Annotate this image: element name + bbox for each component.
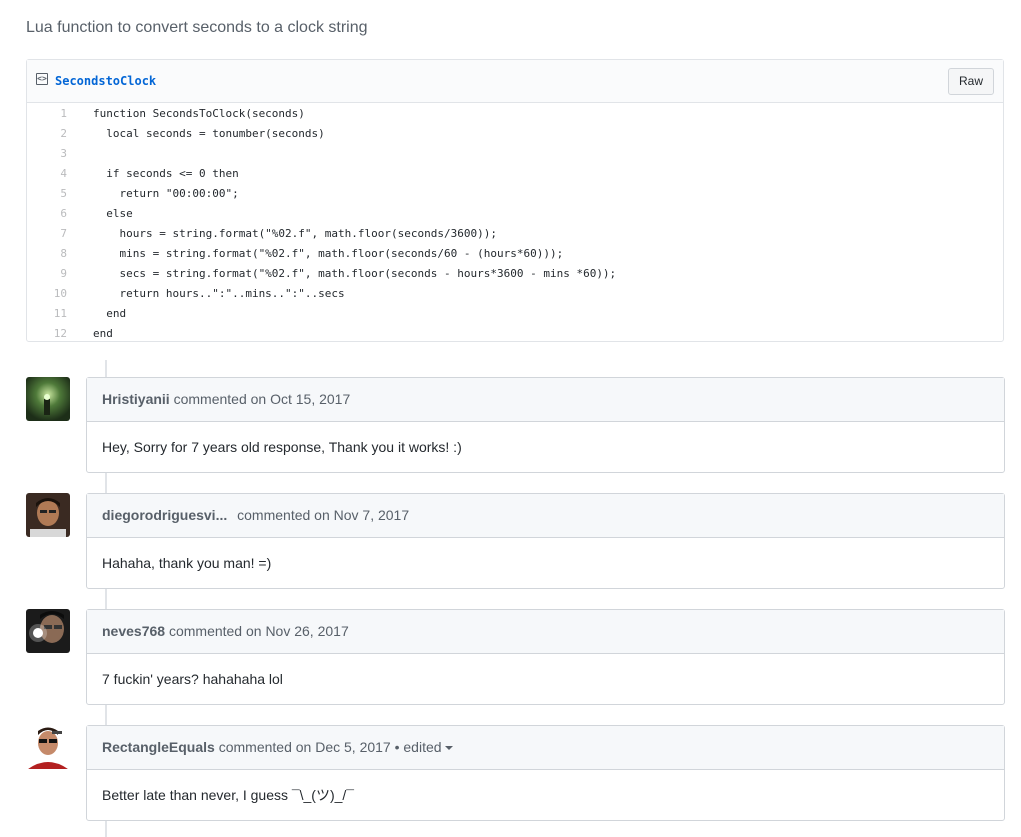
line-number[interactable]: 12 <box>27 324 67 344</box>
edited-label: • edited <box>390 739 442 755</box>
comment: RectangleEquals commented on Dec 5, 2017… <box>86 725 1005 821</box>
comment-timestamp[interactable]: commented on Nov 7, 2017 <box>227 507 409 523</box>
line-code: return hours..":"..mins..":"..secs <box>93 287 345 300</box>
code-line: 12 end <box>27 324 1003 344</box>
comment: Hristiyanii commented on Oct 15, 2017 He… <box>86 377 1005 473</box>
line-number[interactable]: 10 <box>27 284 67 304</box>
line-number[interactable]: 3 <box>27 144 67 164</box>
comment-timestamp[interactable]: commented on Dec 5, 2017 <box>215 739 391 755</box>
code-line: 10 return hours..":"..mins..":"..secs <box>27 284 1003 304</box>
code-line: 6 else <box>27 204 1003 224</box>
line-number[interactable]: 7 <box>27 224 67 244</box>
line-code: hours = string.format("%02.f", math.floo… <box>93 227 497 240</box>
line-number[interactable]: 4 <box>27 164 67 184</box>
line-number[interactable]: 5 <box>27 184 67 204</box>
code-line: 9 secs = string.format("%02.f", math.flo… <box>27 264 1003 284</box>
comment-body: Hahaha, thank you man! =) <box>102 555 272 571</box>
comment-author[interactable]: neves768 <box>102 623 165 639</box>
comment-header: diegorodriguesvi... commented on Nov 7, … <box>87 494 1004 538</box>
gist-file-box: <> SecondstoClock Raw 1 function SecondsT… <box>26 59 1004 342</box>
avatar[interactable] <box>26 609 70 653</box>
line-number[interactable]: 8 <box>27 244 67 264</box>
avatar-image-neves768 <box>26 609 70 653</box>
gist-description: Lua function to convert seconds to a clo… <box>26 19 368 36</box>
line-code: function SecondsToClock(seconds) <box>93 107 305 120</box>
avatar[interactable] <box>26 377 70 421</box>
edited-dropdown[interactable]: • edited <box>391 739 453 755</box>
code-line: 5 return "00:00:00"; <box>27 184 1003 204</box>
code-line: 4 if seconds <= 0 then <box>27 164 1003 184</box>
line-number[interactable]: 6 <box>27 204 67 224</box>
comment-body: Hey, Sorry for 7 years old response, Tha… <box>102 439 462 455</box>
comment-author[interactable]: Hristiyanii <box>102 391 170 407</box>
comment: neves768 commented on Nov 26, 2017 7 fuc… <box>86 609 1005 705</box>
line-code: end <box>93 327 113 340</box>
avatar[interactable] <box>26 493 70 537</box>
comment-header: neves768 commented on Nov 26, 2017 <box>87 610 1004 654</box>
line-number[interactable]: 1 <box>27 104 67 124</box>
comment-body: Better late than never, I guess ¯\_(ツ)_/… <box>102 787 355 803</box>
line-code: return "00:00:00"; <box>93 187 239 200</box>
comment-header: RectangleEquals commented on Dec 5, 2017… <box>87 726 1004 770</box>
code-line: 11 end <box>27 304 1003 324</box>
line-number[interactable]: 11 <box>27 304 67 324</box>
code-table: 1 function SecondsToClock(seconds) 2 loca… <box>27 104 1003 344</box>
file-header: <> SecondstoClock Raw <box>27 60 1003 103</box>
line-code: secs = string.format("%02.f", math.floor… <box>93 267 617 280</box>
line-number[interactable]: 2 <box>27 124 67 144</box>
comment-header: Hristiyanii commented on Oct 15, 2017 <box>87 378 1004 422</box>
code-line: 7 hours = string.format("%02.f", math.fl… <box>27 224 1003 244</box>
avatar-image-diegorodrigues <box>26 493 70 537</box>
comment-timestamp[interactable]: commented on Oct 15, 2017 <box>170 391 351 407</box>
code-line: 2 local seconds = tonumber(seconds) <box>27 124 1003 144</box>
code-line: 3 <box>27 144 1003 164</box>
line-code: if seconds <= 0 then <box>93 167 239 180</box>
line-number[interactable]: 9 <box>27 264 67 284</box>
file-name-link[interactable]: SecondstoClock <box>55 73 156 89</box>
comment-timestamp[interactable]: commented on Nov 26, 2017 <box>165 623 349 639</box>
line-code: else <box>93 207 133 220</box>
comment-author[interactable]: RectangleEquals <box>102 739 215 755</box>
avatar-image-rectangleequals <box>26 725 70 769</box>
comment-body: 7 fuckin' years? hahahaha lol <box>102 671 283 687</box>
comment: diegorodriguesvi... commented on Nov 7, … <box>86 493 1005 589</box>
avatar[interactable] <box>26 725 70 769</box>
code-line: 1 function SecondsToClock(seconds) <box>27 104 1003 124</box>
comment-author[interactable]: diegorodriguesvi... <box>102 507 227 523</box>
line-code: local seconds = tonumber(seconds) <box>93 127 325 140</box>
avatar-image-hristiyanii <box>26 377 70 421</box>
chevron-down-icon <box>444 746 453 751</box>
code-line: 8 mins = string.format("%02.f", math.flo… <box>27 244 1003 264</box>
raw-button[interactable]: Raw <box>947 68 994 95</box>
file-code-icon: <> <box>36 73 48 85</box>
line-code: end <box>93 307 127 320</box>
line-code: mins = string.format("%02.f", math.floor… <box>93 247 564 260</box>
